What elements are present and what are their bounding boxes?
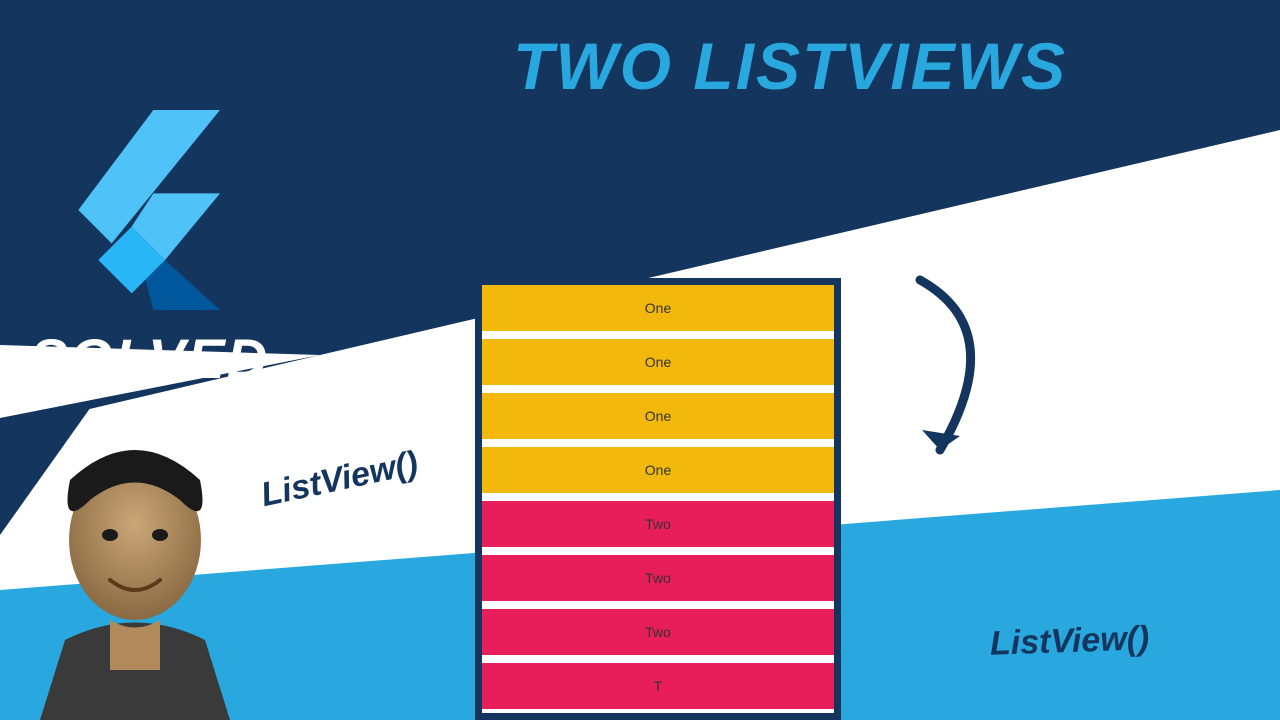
list-item: Two	[482, 501, 834, 547]
list-item: T	[482, 663, 834, 709]
phone-mock: One One One One Two Two Two T	[475, 278, 841, 720]
listview-label-right: ListView()	[989, 619, 1150, 664]
list-item: One	[482, 393, 834, 439]
flutter-logo-icon	[60, 110, 230, 310]
list-item: Two	[482, 555, 834, 601]
title-two-listviews: TWO LISTVIEWS	[300, 28, 1280, 104]
presenter-photo	[10, 440, 260, 720]
arrow-icon	[880, 270, 1040, 490]
list-item: One	[482, 447, 834, 493]
list-item: One	[482, 339, 834, 385]
list-item: One	[482, 285, 834, 331]
list-item: Two	[482, 609, 834, 655]
title-in-column: IN Column()	[340, 165, 737, 245]
listview-container: One One One One Two Two Two T	[482, 285, 834, 709]
solved-badge: SOLVED	[30, 326, 269, 391]
